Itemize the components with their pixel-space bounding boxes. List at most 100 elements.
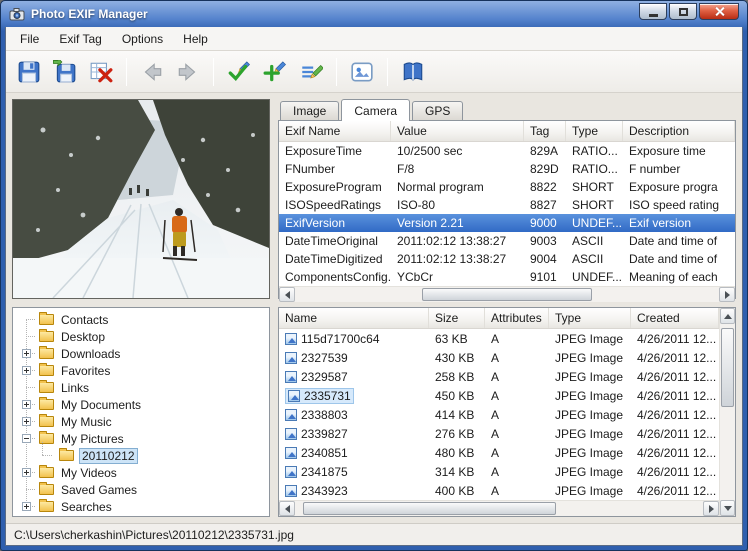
close-button[interactable] [699, 3, 739, 20]
files-vertical-scrollbar[interactable] [719, 308, 735, 516]
tree-item-my-documents[interactable]: My Documents [13, 396, 269, 413]
save-button[interactable] [12, 55, 46, 89]
tree-item-20110212[interactable]: 20110212 [13, 447, 269, 464]
column-header-size[interactable]: Size [429, 308, 485, 328]
exif-row[interactable]: FNumberF/8829DRATIO...F number [279, 160, 735, 178]
back-button[interactable] [135, 55, 169, 89]
scrollbar-thumb[interactable] [303, 502, 556, 515]
column-header-description[interactable]: Description [623, 121, 735, 141]
tab-image[interactable]: Image [280, 101, 339, 120]
title-bar[interactable]: Photo EXIF Manager [5, 1, 743, 27]
scroll-right-button[interactable] [719, 287, 735, 302]
tree-item-links[interactable]: Links [13, 379, 269, 396]
scroll-down-button[interactable] [720, 500, 735, 516]
column-header-value[interactable]: Value [391, 121, 524, 141]
expand-plus-icon[interactable] [22, 502, 31, 511]
camera-app-icon[interactable] [9, 6, 25, 22]
exif-row[interactable]: ExposureTime10/2500 sec829ARATIO...Expos… [279, 142, 735, 160]
tree-item-searches[interactable]: Searches [13, 498, 269, 515]
menu-exif-tag[interactable]: Exif Tag [49, 28, 111, 50]
add-tag-icon [263, 60, 287, 84]
file-created: 4/26/2011 12... [631, 351, 719, 365]
tree-item-desktop[interactable]: Desktop [13, 328, 269, 345]
menu-file[interactable]: File [10, 28, 49, 50]
file-row[interactable]: 2343923400 KBAJPEG Image4/26/2011 12... [279, 481, 719, 500]
file-size: 450 KB [429, 389, 485, 403]
exif-type: ASCII [566, 234, 623, 248]
column-header-tag[interactable]: Tag [524, 121, 566, 141]
window-title: Photo EXIF Manager [31, 7, 148, 21]
exif-description: Exposure progra [623, 180, 735, 194]
collapse-minus-icon[interactable] [22, 434, 31, 443]
exif-row[interactable]: ComponentsConfig...YCbCr9101UNDEF...Mean… [279, 268, 735, 286]
expand-plus-icon[interactable] [22, 417, 31, 426]
expand-plus-icon[interactable] [22, 366, 31, 375]
tree-item-my-music[interactable]: My Music [13, 413, 269, 430]
image-file-icon [285, 409, 297, 421]
tree-item-contacts[interactable]: Contacts [13, 311, 269, 328]
tab-gps[interactable]: GPS [412, 101, 463, 120]
image-viewer-button[interactable] [345, 55, 379, 89]
exif-row-selected[interactable]: ExifVersionVersion 2.219000UNDEF...Exif … [279, 214, 735, 232]
column-header-attributes[interactable]: Attributes [485, 308, 549, 328]
tree-item-label: Searches [59, 500, 114, 514]
file-name: 2343923 [301, 484, 348, 498]
photo-preview [12, 99, 270, 299]
tree-item-my-videos[interactable]: My Videos [13, 464, 269, 481]
menu-options[interactable]: Options [112, 28, 173, 50]
exif-row[interactable]: ISOSpeedRatingsISO-808827SHORTISO speed … [279, 196, 735, 214]
file-row-selected[interactable]: 2335731450 KBAJPEG Image4/26/2011 12... [279, 386, 719, 405]
expand-plus-icon[interactable] [22, 400, 31, 409]
maximize-button[interactable] [669, 3, 697, 20]
exif-type: ASCII [566, 252, 623, 266]
exif-row[interactable]: DateTimeDigitized2011:02:12 13:38:279004… [279, 250, 735, 268]
expand-plus-icon[interactable] [22, 349, 31, 358]
column-header-name[interactable]: Name [279, 308, 429, 328]
file-row[interactable]: 2340851480 KBAJPEG Image4/26/2011 12... [279, 443, 719, 462]
delete-exif-button[interactable] [84, 55, 118, 89]
menu-help[interactable]: Help [173, 28, 218, 50]
scroll-left-button[interactable] [279, 287, 295, 302]
scroll-right-button[interactable] [703, 501, 719, 516]
tree-item-my-pictures[interactable]: My Pictures [13, 430, 269, 447]
tree-item-favorites[interactable]: Favorites [13, 362, 269, 379]
scrollbar-track[interactable] [295, 501, 703, 516]
exif-horizontal-scrollbar[interactable] [279, 286, 735, 302]
forward-button[interactable] [171, 55, 205, 89]
file-row[interactable]: 2327539430 KBAJPEG Image4/26/2011 12... [279, 348, 719, 367]
top-section: Image Camera GPS Exif Name Value Tag Typ… [12, 99, 736, 299]
file-row[interactable]: 2339827276 KBAJPEG Image4/26/2011 12... [279, 424, 719, 443]
column-header-type[interactable]: Type [549, 308, 631, 328]
column-header-created[interactable]: Created [631, 308, 719, 328]
scrollbar-track[interactable] [720, 324, 735, 500]
column-header-type[interactable]: Type [566, 121, 623, 141]
file-type: JPEG Image [549, 446, 631, 460]
scrollbar-thumb[interactable] [422, 288, 592, 301]
tree-item-downloads[interactable]: Downloads [13, 345, 269, 362]
minimize-button[interactable] [639, 3, 667, 20]
exif-row[interactable]: DateTimeOriginal2011:02:12 13:38:279003A… [279, 232, 735, 250]
file-row[interactable]: 2338803414 KBAJPEG Image4/26/2011 12... [279, 405, 719, 424]
column-header-exif-name[interactable]: Exif Name [279, 121, 391, 141]
scroll-left-button[interactable] [279, 501, 295, 516]
exif-row[interactable]: ExposureProgramNormal program8822SHORTEx… [279, 178, 735, 196]
expand-plus-icon[interactable] [22, 468, 31, 477]
folder-icon [39, 314, 54, 325]
file-row[interactable]: 2329587258 KBAJPEG Image4/26/2011 12... [279, 367, 719, 386]
edit-tags-button[interactable] [294, 55, 328, 89]
tree-item-saved-games[interactable]: Saved Games [13, 481, 269, 498]
file-row[interactable]: 2341875314 KBAJPEG Image4/26/2011 12... [279, 462, 719, 481]
add-tag-button[interactable] [258, 55, 292, 89]
scrollbar-thumb[interactable] [721, 328, 734, 407]
verify-tags-button[interactable] [222, 55, 256, 89]
save-as-button[interactable] [48, 55, 82, 89]
tree-item-label: My Videos [59, 466, 119, 480]
file-row[interactable]: 115d71700c6463 KBAJPEG Image4/26/2011 12… [279, 329, 719, 348]
tree-item-label: My Pictures [59, 432, 126, 446]
scroll-up-button[interactable] [720, 308, 735, 324]
files-horizontal-scrollbar[interactable] [279, 500, 719, 516]
help-button[interactable] [396, 55, 430, 89]
tree-item-label: My Music [59, 415, 114, 429]
tab-camera[interactable]: Camera [341, 99, 410, 120]
scrollbar-track[interactable] [295, 287, 719, 302]
